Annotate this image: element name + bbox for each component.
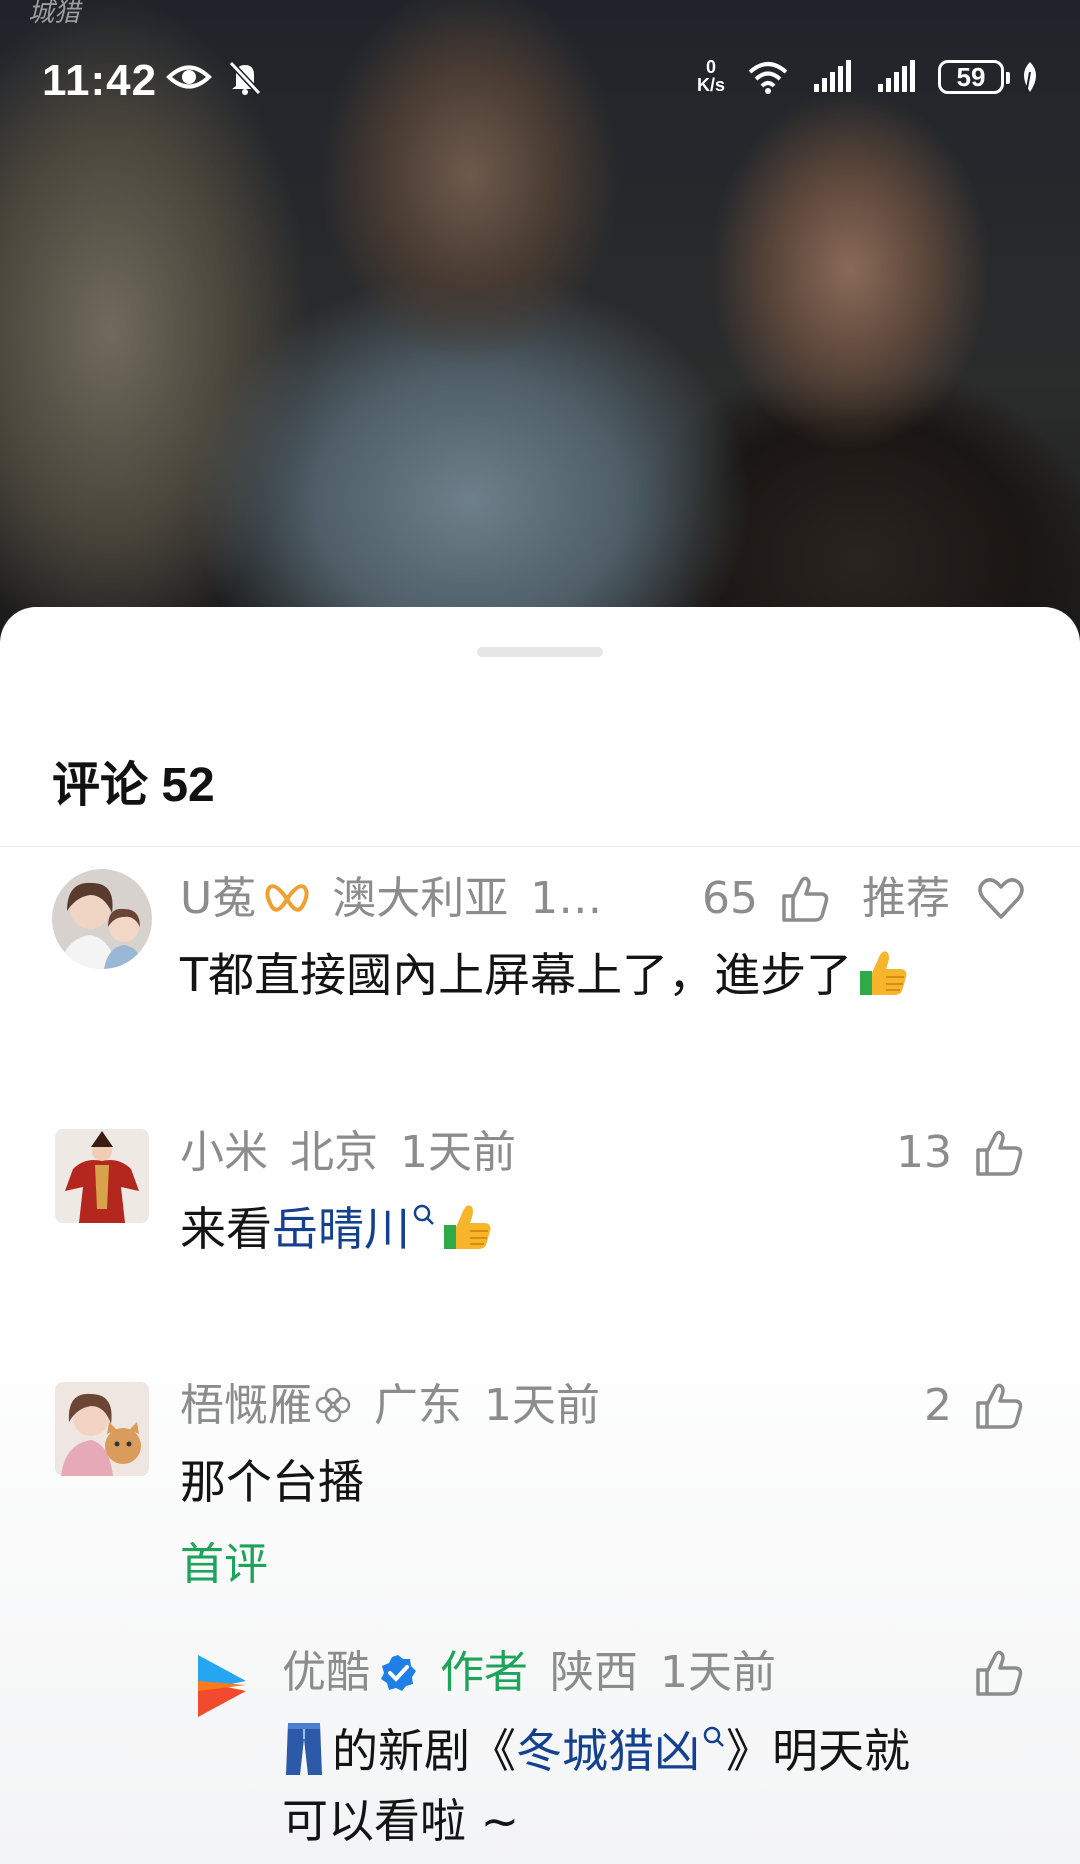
thumbs-up-icon[interactable] [780,874,830,924]
reply-text-line2: 可以看啦 ~ [282,1794,520,1848]
heart-icon[interactable] [978,877,1024,921]
reply-location: 陕西 [550,1647,638,1698]
comment-text: 来看岳晴川 [180,1193,494,1259]
author-label: 作者 [440,1647,528,1698]
search-icon[interactable] [412,1203,436,1227]
network-speed-value: 0 [705,57,716,77]
network-speed-unit: K/s [696,75,725,95]
video-watermark: 城猎 [28,0,81,28]
comment-meta: U菟 澳大利亚 1… [180,869,624,929]
wifi-icon [748,62,788,94]
jeans-emoji-icon [286,1723,322,1775]
search-icon[interactable] [702,1725,726,1749]
reply-username[interactable]: 优酷 [282,1647,370,1698]
battery-indicator: 59 [938,60,1004,94]
comment-text: 那个台播 [180,1455,364,1509]
reply-text-part: 的新剧《 [332,1724,516,1778]
eye-icon [166,65,212,89]
status-bar: 11:42 0 K/s 59 [0,52,1080,112]
reply-text: 的新剧《冬城猎凶 》明天就 [282,1715,910,1781]
avatar[interactable] [55,1382,149,1476]
thumbs-up-emoji-icon [860,951,907,995]
avatar-image [55,1129,149,1223]
reply-text-part: 》明天就 [726,1724,910,1778]
reply-meta: 优酷 作者 陕西 1天前 [282,1643,798,1703]
comment-text-content: 来看 [180,1202,272,1256]
comment-text: T都直接國內上屏幕上了，進步了 [180,939,910,1005]
thumbs-up-icon[interactable] [974,1648,1024,1698]
comment-username[interactable]: U菟 [180,873,256,924]
flower-badge-icon [315,1387,351,1423]
comment-location: 广东 [374,1380,462,1431]
first-comment-tag: 首评 [180,1539,268,1590]
comments-sheet: 评论 52 U菟 澳大利亚 1… 65 推荐 T都直接國內上屏幕上了，進步了 小… [0,607,1080,1864]
signal-icon [814,60,851,92]
comment-username[interactable]: 梧慨雁 [180,1380,312,1431]
thumbs-up-icon[interactable] [974,1381,1024,1431]
like-count: 13 [896,1127,952,1178]
comments-title: 评论 52 [52,759,215,812]
verified-badge-icon [381,1655,416,1691]
like-count: 65 [702,873,758,924]
recommend-label[interactable]: 推荐 [862,869,950,929]
mute-bell-icon [228,60,262,96]
divider [0,846,1080,847]
avatar-image [52,869,152,969]
comment-location: 澳大利亚 [332,873,509,924]
leaf-icon [1024,62,1036,95]
battery-tip [1006,72,1010,84]
ribbon-badge-icon [265,884,309,912]
thumbs-up-emoji-icon [444,1205,491,1249]
comment-time: 1… [530,873,603,924]
signal-icon [878,60,915,92]
comment-text-content: T都直接國內上屏幕上了，進步了 [180,948,853,1002]
comment-username[interactable]: 小米 [180,1127,268,1178]
comment-time: 1天前 [484,1380,600,1431]
like-count: 2 [924,1380,952,1431]
avatar[interactable] [55,1129,149,1223]
comment-time: 1天前 [400,1127,516,1178]
search-link[interactable]: 岳晴川 [272,1202,410,1256]
thumbs-up-icon[interactable] [974,1128,1024,1178]
youku-logo-icon[interactable] [190,1651,254,1721]
avatar[interactable] [52,869,152,969]
reply-time: 1天前 [660,1647,776,1698]
comment-meta: 小米 北京 1天前 [180,1123,538,1183]
search-link[interactable]: 冬城猎凶 [516,1724,700,1778]
network-speed: 0 K/s [688,58,734,94]
sheet-drag-handle[interactable] [477,647,603,657]
comment-meta: 梧慨雁 广东 1天前 [180,1376,622,1436]
avatar-image [55,1382,149,1476]
comment-location: 北京 [290,1127,378,1178]
status-time: 11:42 [42,56,158,105]
